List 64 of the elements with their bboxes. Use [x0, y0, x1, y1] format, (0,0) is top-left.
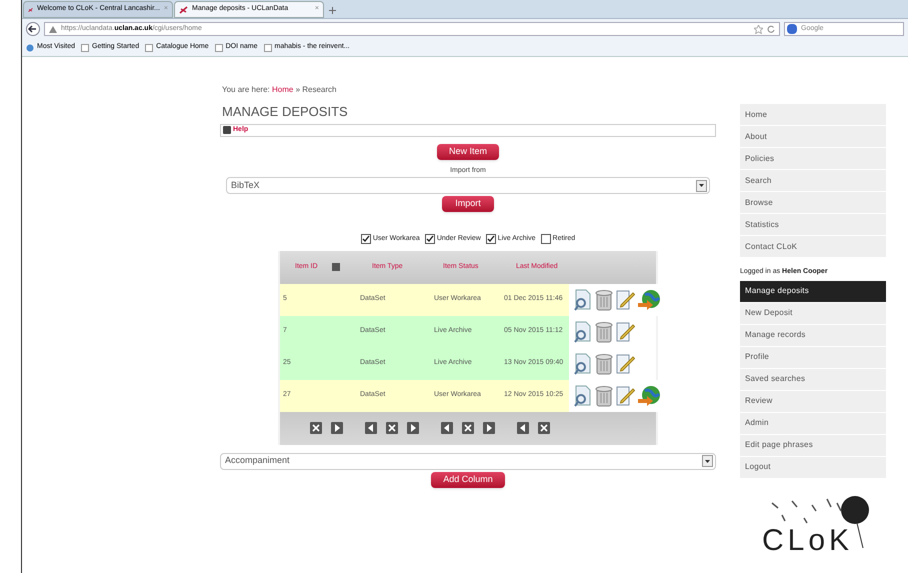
logo: CLoK — [762, 526, 854, 556]
menu-item[interactable]: About — [740, 126, 886, 148]
page-icon — [264, 44, 272, 52]
remove-column-icon[interactable] — [538, 422, 550, 434]
warning-icon — [49, 26, 57, 32]
menu-item[interactable]: Search — [740, 170, 886, 192]
trash-icon[interactable] — [595, 352, 613, 374]
menu-item[interactable]: Review — [740, 390, 886, 412]
globe-arrow-icon[interactable] — [637, 384, 661, 406]
page-icon — [214, 44, 223, 52]
new-item-button[interactable]: New Item — [437, 144, 499, 160]
reload-icon[interactable] — [767, 25, 775, 33]
menu-item[interactable]: Home — [740, 104, 886, 126]
move-right-icon[interactable] — [407, 422, 419, 434]
menu-item[interactable]: Browse — [740, 192, 886, 214]
remove-column-icon[interactable] — [310, 422, 322, 434]
checkbox[interactable] — [360, 234, 371, 244]
trash-icon[interactable] — [595, 384, 613, 406]
menu-item[interactable]: Logout — [740, 456, 886, 478]
back-icon[interactable] — [26, 22, 40, 36]
magnifier-page-icon[interactable] — [573, 288, 593, 310]
dropdown[interactable]: BibTeX — [226, 177, 710, 194]
page-icon — [81, 44, 89, 52]
checkbox[interactable] — [424, 234, 435, 244]
site-favicon-icon — [28, 6, 34, 14]
menu-item[interactable]: Statistics — [740, 214, 886, 236]
checkbox[interactable] — [486, 234, 496, 244]
menu-item[interactable]: New Deposit — [740, 302, 886, 324]
move-left-icon[interactable] — [365, 422, 377, 434]
menu-item[interactable]: Manage deposits — [740, 280, 886, 302]
move-right-icon[interactable] — [331, 422, 343, 434]
menu-item[interactable]: Profile — [740, 346, 886, 368]
menu-item[interactable]: Contact CLoK — [740, 236, 886, 258]
page-title: MANAGE DEPOSITS — [222, 103, 349, 121]
edit-page-icon[interactable] — [615, 320, 635, 342]
remove-column-icon[interactable] — [462, 422, 474, 434]
site-favicon-icon — [179, 6, 188, 14]
menu-item[interactable]: Manage records — [740, 324, 886, 346]
add-column-button[interactable]: Add Column — [431, 472, 505, 488]
edit-page-icon[interactable] — [615, 352, 635, 374]
page-icon — [145, 44, 154, 52]
move-left-icon[interactable] — [441, 422, 453, 434]
import-button[interactable]: Import — [442, 196, 494, 212]
trash-icon[interactable] — [595, 320, 613, 342]
star-icon[interactable] — [754, 24, 763, 34]
breadcrumb-link[interactable]: Home — [272, 85, 294, 94]
menu-item[interactable]: Saved searches — [740, 368, 886, 390]
move-left-icon[interactable] — [517, 422, 529, 434]
menu-item[interactable]: Policies — [740, 148, 886, 170]
globe-icon — [26, 44, 34, 52]
checkbox[interactable] — [540, 234, 551, 244]
magnifier-page-icon[interactable] — [573, 384, 593, 406]
edit-page-icon[interactable] — [615, 288, 635, 310]
edit-page-icon[interactable] — [615, 384, 635, 406]
move-right-icon[interactable] — [483, 422, 495, 434]
magnifier-page-icon[interactable] — [573, 352, 593, 374]
remove-column-icon[interactable] — [386, 422, 398, 434]
menu-item[interactable]: Admin — [740, 412, 886, 434]
trash-icon[interactable] — [595, 288, 613, 310]
dropdown[interactable]: Accompaniment — [220, 452, 716, 470]
breadcrumb: You are here: Home » Research — [222, 84, 338, 96]
magnifier-page-icon[interactable] — [573, 320, 593, 342]
globe-arrow-icon[interactable] — [637, 288, 661, 310]
menu-item[interactable]: Edit page phrases — [740, 434, 886, 456]
